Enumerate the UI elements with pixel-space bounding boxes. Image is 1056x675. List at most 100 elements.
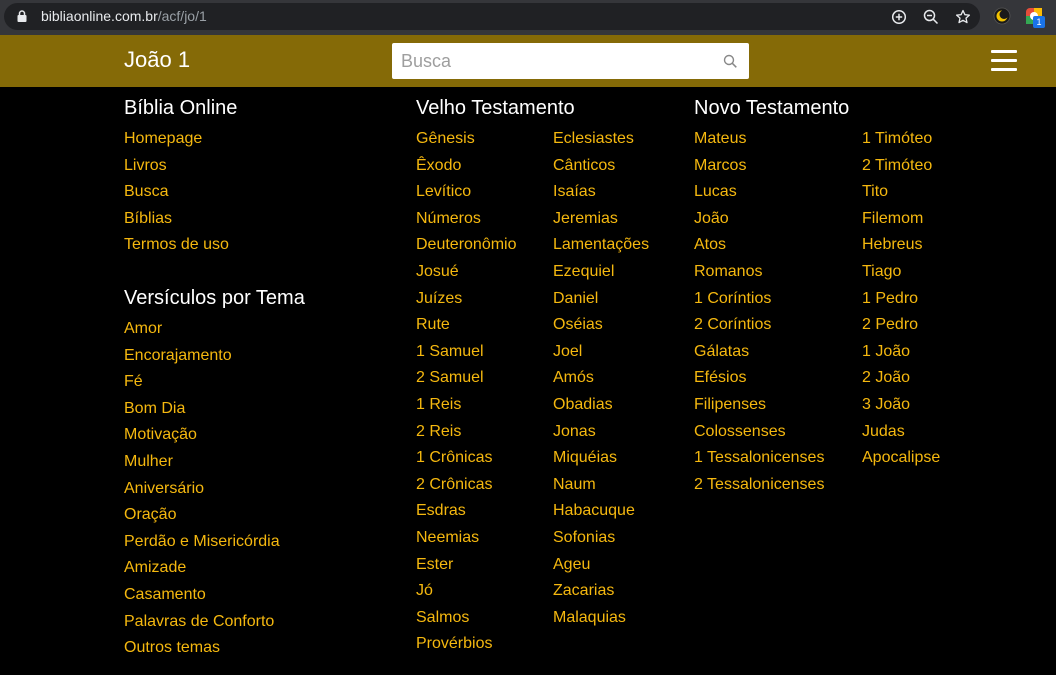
book-link[interactable]: Colossenses xyxy=(694,419,824,446)
book-link[interactable]: Provérbios xyxy=(416,631,517,658)
book-link[interactable]: 1 Coríntios xyxy=(694,286,824,313)
book-link[interactable]: Jonas xyxy=(553,419,649,446)
heading-velho-testamento: Velho Testamento xyxy=(416,97,575,119)
zoom-out-icon[interactable] xyxy=(923,9,939,25)
book-link[interactable]: João xyxy=(694,206,824,233)
tema-link[interactable]: Motivação xyxy=(124,422,280,449)
browser-toolbar: bibliaonline.com.br/acf/jo/1 1 xyxy=(0,0,1056,35)
book-link[interactable]: Marcos xyxy=(694,153,824,180)
book-link[interactable]: Êxodo xyxy=(416,153,517,180)
book-link[interactable]: 2 Samuel xyxy=(416,365,517,392)
tema-link[interactable]: Mulher xyxy=(124,449,280,476)
address-bar[interactable]: bibliaonline.com.br/acf/jo/1 xyxy=(4,3,980,30)
book-link[interactable]: Tiago xyxy=(862,259,940,286)
book-link[interactable]: Efésios xyxy=(694,365,824,392)
book-link[interactable]: Ageu xyxy=(553,552,649,579)
book-link[interactable]: Daniel xyxy=(553,286,649,313)
book-link[interactable]: Filipenses xyxy=(694,392,824,419)
book-link[interactable]: 2 Timóteo xyxy=(862,153,940,180)
book-link[interactable]: Jó xyxy=(416,578,517,605)
book-link[interactable]: Atos xyxy=(694,232,824,259)
book-link[interactable]: 2 Pedro xyxy=(862,312,940,339)
book-link[interactable]: Mateus xyxy=(694,126,824,153)
book-link[interactable]: Levítico xyxy=(416,179,517,206)
book-link[interactable]: Hebreus xyxy=(862,232,940,259)
biblia-online-link[interactable]: Bíblias xyxy=(124,206,229,233)
book-link[interactable]: Amós xyxy=(553,365,649,392)
menu-bar xyxy=(991,50,1017,53)
book-link[interactable]: 2 Coríntios xyxy=(694,312,824,339)
book-link[interactable]: Apocalipse xyxy=(862,445,940,472)
book-link[interactable]: Deuteronômio xyxy=(416,232,517,259)
book-link[interactable]: Lamentações xyxy=(553,232,649,259)
book-link[interactable]: Lucas xyxy=(694,179,824,206)
book-link[interactable]: Zacarias xyxy=(553,578,649,605)
search-input[interactable] xyxy=(392,43,712,79)
book-link[interactable]: Malaquias xyxy=(553,605,649,632)
tema-link[interactable]: Perdão e Misericórdia xyxy=(124,529,280,556)
biblia-online-link[interactable]: Termos de uso xyxy=(124,232,229,259)
biblia-online-link[interactable]: Busca xyxy=(124,179,229,206)
book-link[interactable]: Josué xyxy=(416,259,517,286)
book-link[interactable]: Filemom xyxy=(862,206,940,233)
book-link[interactable]: 2 Tessalonicenses xyxy=(694,472,824,499)
book-link[interactable]: Naum xyxy=(553,472,649,499)
book-link[interactable]: Juízes xyxy=(416,286,517,313)
book-link[interactable]: Jeremias xyxy=(553,206,649,233)
url-text[interactable]: bibliaonline.com.br/acf/jo/1 xyxy=(41,8,207,24)
book-link[interactable]: 1 Crônicas xyxy=(416,445,517,472)
book-link[interactable]: Judas xyxy=(862,419,940,446)
book-link[interactable]: Números xyxy=(416,206,517,233)
book-link[interactable]: Romanos xyxy=(694,259,824,286)
book-link[interactable]: Habacuque xyxy=(553,498,649,525)
book-link[interactable]: 1 Timóteo xyxy=(862,126,940,153)
book-link[interactable]: 2 Crônicas xyxy=(416,472,517,499)
book-link[interactable]: Ester xyxy=(416,552,517,579)
book-link[interactable]: 2 João xyxy=(862,365,940,392)
book-link[interactable]: Ezequiel xyxy=(553,259,649,286)
book-link[interactable]: Joel xyxy=(553,339,649,366)
install-app-icon[interactable] xyxy=(891,9,907,25)
biblia-online-link[interactable]: Livros xyxy=(124,153,229,180)
book-link[interactable]: Gênesis xyxy=(416,126,517,153)
menu-bar xyxy=(991,59,1017,62)
extension-icon[interactable]: 1 xyxy=(1025,7,1045,29)
tema-link[interactable]: Oração xyxy=(124,502,280,529)
tema-link[interactable]: Outros temas xyxy=(124,635,280,662)
book-link[interactable]: 1 João xyxy=(862,339,940,366)
tema-link[interactable]: Palavras de Conforto xyxy=(124,609,280,636)
book-link[interactable]: Gálatas xyxy=(694,339,824,366)
book-link[interactable]: 1 Pedro xyxy=(862,286,940,313)
biblia-online-link[interactable]: Homepage xyxy=(124,126,229,153)
tema-link[interactable]: Fé xyxy=(124,369,280,396)
book-link[interactable]: 3 João xyxy=(862,392,940,419)
tema-link[interactable]: Encorajamento xyxy=(124,343,280,370)
tema-link[interactable]: Amizade xyxy=(124,555,280,582)
book-link[interactable]: 1 Samuel xyxy=(416,339,517,366)
book-link[interactable]: Obadias xyxy=(553,392,649,419)
book-link[interactable]: 1 Tessalonicenses xyxy=(694,445,824,472)
tema-link[interactable]: Aniversário xyxy=(124,476,280,503)
bookmark-star-icon[interactable] xyxy=(955,9,971,25)
book-link[interactable]: Neemias xyxy=(416,525,517,552)
menu-icon[interactable] xyxy=(991,50,1017,72)
book-link[interactable]: Tito xyxy=(862,179,940,206)
book-link[interactable]: Miquéias xyxy=(553,445,649,472)
url-domain: bibliaonline.com.br xyxy=(41,8,158,24)
book-link[interactable]: Eclesiastes xyxy=(553,126,649,153)
book-link[interactable]: Sofonias xyxy=(553,525,649,552)
book-link[interactable]: Rute xyxy=(416,312,517,339)
book-link[interactable]: Esdras xyxy=(416,498,517,525)
book-link[interactable]: 1 Reis xyxy=(416,392,517,419)
tema-link[interactable]: Amor xyxy=(124,316,280,343)
book-link[interactable]: Cânticos xyxy=(553,153,649,180)
book-link[interactable]: Isaías xyxy=(553,179,649,206)
extension-dark-mode-icon[interactable] xyxy=(993,7,1011,25)
search-icon[interactable] xyxy=(723,54,738,69)
book-link[interactable]: 2 Reis xyxy=(416,419,517,446)
velho-testamento-col2: Eclesiastes Cânticos Isaías Jeremias Lamenta… xyxy=(553,126,649,631)
tema-link[interactable]: Bom Dia xyxy=(124,396,280,423)
book-link[interactable]: Salmos xyxy=(416,605,517,632)
tema-link[interactable]: Casamento xyxy=(124,582,280,609)
book-link[interactable]: Oséias xyxy=(553,312,649,339)
